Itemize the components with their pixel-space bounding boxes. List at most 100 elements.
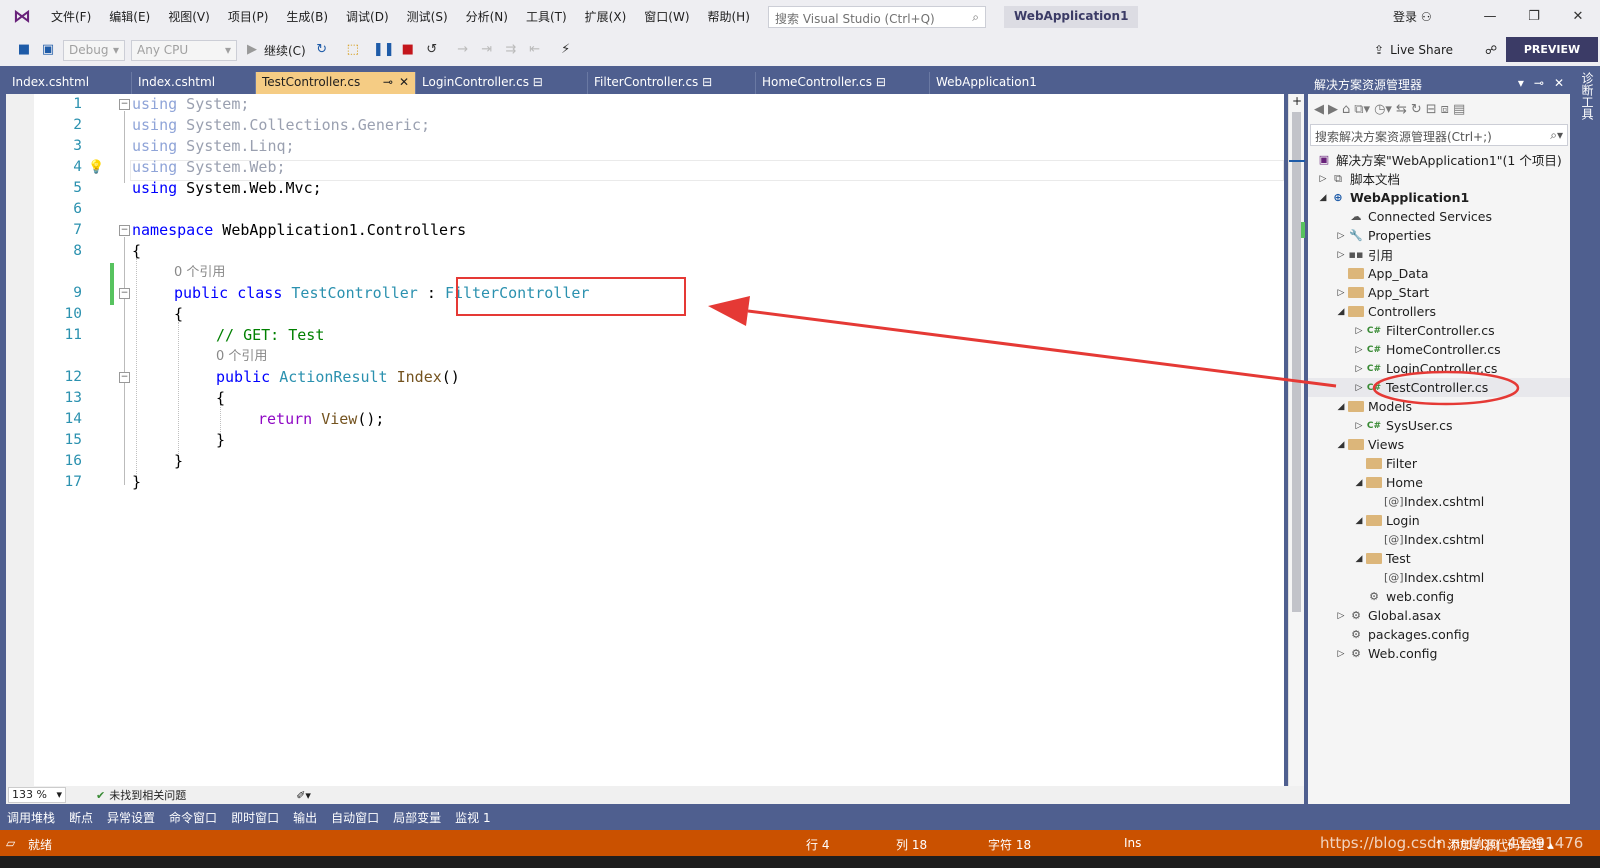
menu-debug[interactable]: 调试(D) <box>337 0 398 34</box>
tree-node-homecontroller[interactable]: ▷ C# HomeController.cs <box>1352 340 1501 359</box>
brush-icon[interactable]: ✐▾ <box>296 789 311 802</box>
expand-icon[interactable]: ▷ <box>1352 364 1366 374</box>
tab-homecontroller[interactable]: HomeController.cs ⊟ <box>756 72 930 94</box>
step-over-icon[interactable]: ⇉ <box>502 41 520 59</box>
tree-node-filtercontroller[interactable]: ▷ C# FilterController.cs <box>1352 321 1495 340</box>
collapse-icon[interactable]: ◢ <box>1334 440 1348 450</box>
tab-output[interactable]: 输出 <box>286 809 324 826</box>
menu-project[interactable]: 项目(P) <box>219 0 278 34</box>
expand-icon[interactable]: ▷ <box>1334 231 1348 241</box>
tree-node-sysuser[interactable]: ▷ C# SysUser.cs <box>1352 416 1453 435</box>
tab-watch-1[interactable]: 监视 1 <box>448 809 497 826</box>
tree-node-connected-services[interactable]: ☁ Connected Services <box>1348 207 1493 226</box>
stop-icon[interactable]: ■ <box>399 41 417 59</box>
menu-edit[interactable]: 编辑(E) <box>100 0 159 34</box>
issues-indicator[interactable]: ✔ 未找到相关问题 <box>96 787 186 803</box>
platform-dropdown[interactable]: Any CPU ▾ <box>131 39 237 61</box>
pin-icon[interactable]: ⊸ <box>383 75 393 91</box>
login-link[interactable]: 登录 ⚇ <box>1393 8 1432 25</box>
expand-icon[interactable]: ▷ <box>1352 326 1366 336</box>
forward-icon[interactable]: ▶ <box>1328 102 1338 117</box>
step-into-icon[interactable]: ⇥ <box>478 41 496 59</box>
expand-icon[interactable]: ▷ <box>1352 421 1366 431</box>
tab-immediate-window[interactable]: 即时窗口 <box>224 809 286 826</box>
menu-test[interactable]: 测试(S) <box>398 0 457 34</box>
maximize-button[interactable]: ❐ <box>1520 6 1548 28</box>
expand-icon[interactable]: ▷ <box>1316 174 1330 184</box>
collapse-icon[interactable]: ◢ <box>1334 402 1348 412</box>
tree-node-references[interactable]: ▷ ▪▪ 引用 <box>1334 245 1393 264</box>
reference-count[interactable]: 0 个引用 <box>216 346 267 367</box>
continue-icon[interactable]: ▶ <box>243 41 261 59</box>
properties-icon[interactable]: ▤ <box>1453 102 1465 117</box>
minimize-button[interactable]: — <box>1476 6 1504 28</box>
tab-locals[interactable]: 局部变量 <box>386 809 448 826</box>
collapse-icon[interactable]: ◢ <box>1316 193 1330 203</box>
tree-node-views-home[interactable]: ◢ Home <box>1352 473 1423 492</box>
menu-tools[interactable]: 工具(T) <box>517 0 576 34</box>
collapse-toggle[interactable]: − <box>119 288 130 299</box>
expand-icon[interactable]: ▷ <box>1352 383 1366 393</box>
expand-icon[interactable]: ▷ <box>1334 288 1348 298</box>
back-icon[interactable]: ◀ <box>1314 102 1324 117</box>
reference-count[interactable]: 0 个引用 <box>174 262 225 283</box>
config-dropdown[interactable]: Debug ▾ <box>63 39 125 61</box>
tree-node-app-data[interactable]: App_Data <box>1348 264 1429 283</box>
tree-node-views[interactable]: ◢ Views <box>1334 435 1405 454</box>
tab-testcontroller[interactable]: TestController.cs ⊸ ✕ <box>256 72 416 94</box>
collapse-icon[interactable]: ◢ <box>1352 516 1366 526</box>
solution-search-input[interactable]: 搜索解决方案资源管理器(Ctrl+;) ⌕▾ <box>1310 124 1568 146</box>
pause-icon[interactable]: ❚❚ <box>373 41 395 59</box>
tree-node-script-docs[interactable]: ▷ ⧉ 脚本文档 <box>1316 169 1400 188</box>
tree-node-views-test[interactable]: ◢ Test <box>1352 549 1411 568</box>
tab-breakpoints[interactable]: 断点 <box>62 809 100 826</box>
tree-node-views-webconfig[interactable]: ⚙ web.config <box>1366 587 1454 606</box>
tree-node-properties[interactable]: ▷ 🔧 Properties <box>1334 226 1432 245</box>
collapse-toggle[interactable]: − <box>119 372 130 383</box>
tab-logincontroller[interactable]: LoginController.cs ⊟ <box>416 72 588 94</box>
collapse-icon[interactable]: ◢ <box>1334 307 1348 317</box>
save-all-icon[interactable]: ▣ <box>39 41 57 59</box>
tree-node-login-index[interactable]: [@] Index.cshtml <box>1384 530 1484 549</box>
tab-autos[interactable]: 自动窗口 <box>324 809 386 826</box>
close-icon[interactable]: ✕ <box>399 75 409 91</box>
menu-view[interactable]: 视图(V) <box>159 0 219 34</box>
menu-analyze[interactable]: 分析(N) <box>457 0 517 34</box>
vertical-scrollbar[interactable]: + <box>1288 94 1305 786</box>
tree-node-controllers[interactable]: ◢ Controllers <box>1334 302 1436 321</box>
tree-node-solution[interactable]: ▣ 解决方案"WebApplication1"(1 个项目) <box>1316 150 1562 169</box>
collapse-icon[interactable]: ◢ <box>1352 478 1366 488</box>
collapse-toggle[interactable]: − <box>119 99 130 110</box>
menu-extensions[interactable]: 扩展(X) <box>576 0 636 34</box>
switch-views-icon[interactable]: ⧉▾ <box>1354 102 1370 117</box>
zoom-dropdown[interactable]: 133 % ▾ <box>8 787 66 803</box>
live-share-button[interactable]: ⇪ Live Share ☍ <box>1374 38 1497 62</box>
step-out-icon[interactable]: ⇤ <box>526 41 544 59</box>
tab-index-cshtml-1[interactable]: Index.cshtml <box>6 72 132 94</box>
menu-build[interactable]: 生成(B) <box>277 0 337 34</box>
collapse-icon[interactable]: ◢ <box>1352 554 1366 564</box>
tab-filtercontroller[interactable]: FilterController.cs ⊟ <box>588 72 756 94</box>
tree-node-models[interactable]: ◢ Models <box>1334 397 1413 416</box>
browser-link-icon[interactable]: ⬚ <box>344 41 362 59</box>
collapse-all-icon[interactable]: ⊟ <box>1426 102 1437 117</box>
tab-call-stack[interactable]: 调用堆栈 <box>0 809 62 826</box>
expand-icon[interactable]: ▷ <box>1334 611 1348 621</box>
split-icon[interactable]: + <box>1292 94 1302 108</box>
feedback-icon[interactable]: ☍ <box>1485 38 1497 62</box>
menu-window[interactable]: 窗口(W) <box>635 0 698 34</box>
tree-node-web-config[interactable]: ▷ ⚙ Web.config <box>1334 644 1438 663</box>
home-icon[interactable]: ⌂ <box>1342 102 1350 117</box>
step-icon[interactable]: → <box>454 41 472 59</box>
tab-index-cshtml-2[interactable]: Index.cshtml <box>132 72 256 94</box>
menu-file[interactable]: 文件(F) <box>42 0 100 34</box>
tree-node-project[interactable]: ◢ ⊕ WebApplication1 <box>1316 188 1470 207</box>
tree-node-packages-config[interactable]: ⚙ packages.config <box>1348 625 1469 644</box>
lightbulb-icon[interactable]: 💡 <box>88 160 104 175</box>
tree-node-test-index[interactable]: [@] Index.cshtml <box>1384 568 1484 587</box>
save-icon[interactable]: ■ <box>15 41 33 59</box>
tree-node-views-login[interactable]: ◢ Login <box>1352 511 1420 530</box>
tree-node-logincontroller[interactable]: ▷ C# LoginController.cs <box>1352 359 1498 378</box>
refresh-icon[interactable]: ↻ <box>1411 102 1422 117</box>
show-all-files-icon[interactable]: ⧈ <box>1441 102 1449 117</box>
